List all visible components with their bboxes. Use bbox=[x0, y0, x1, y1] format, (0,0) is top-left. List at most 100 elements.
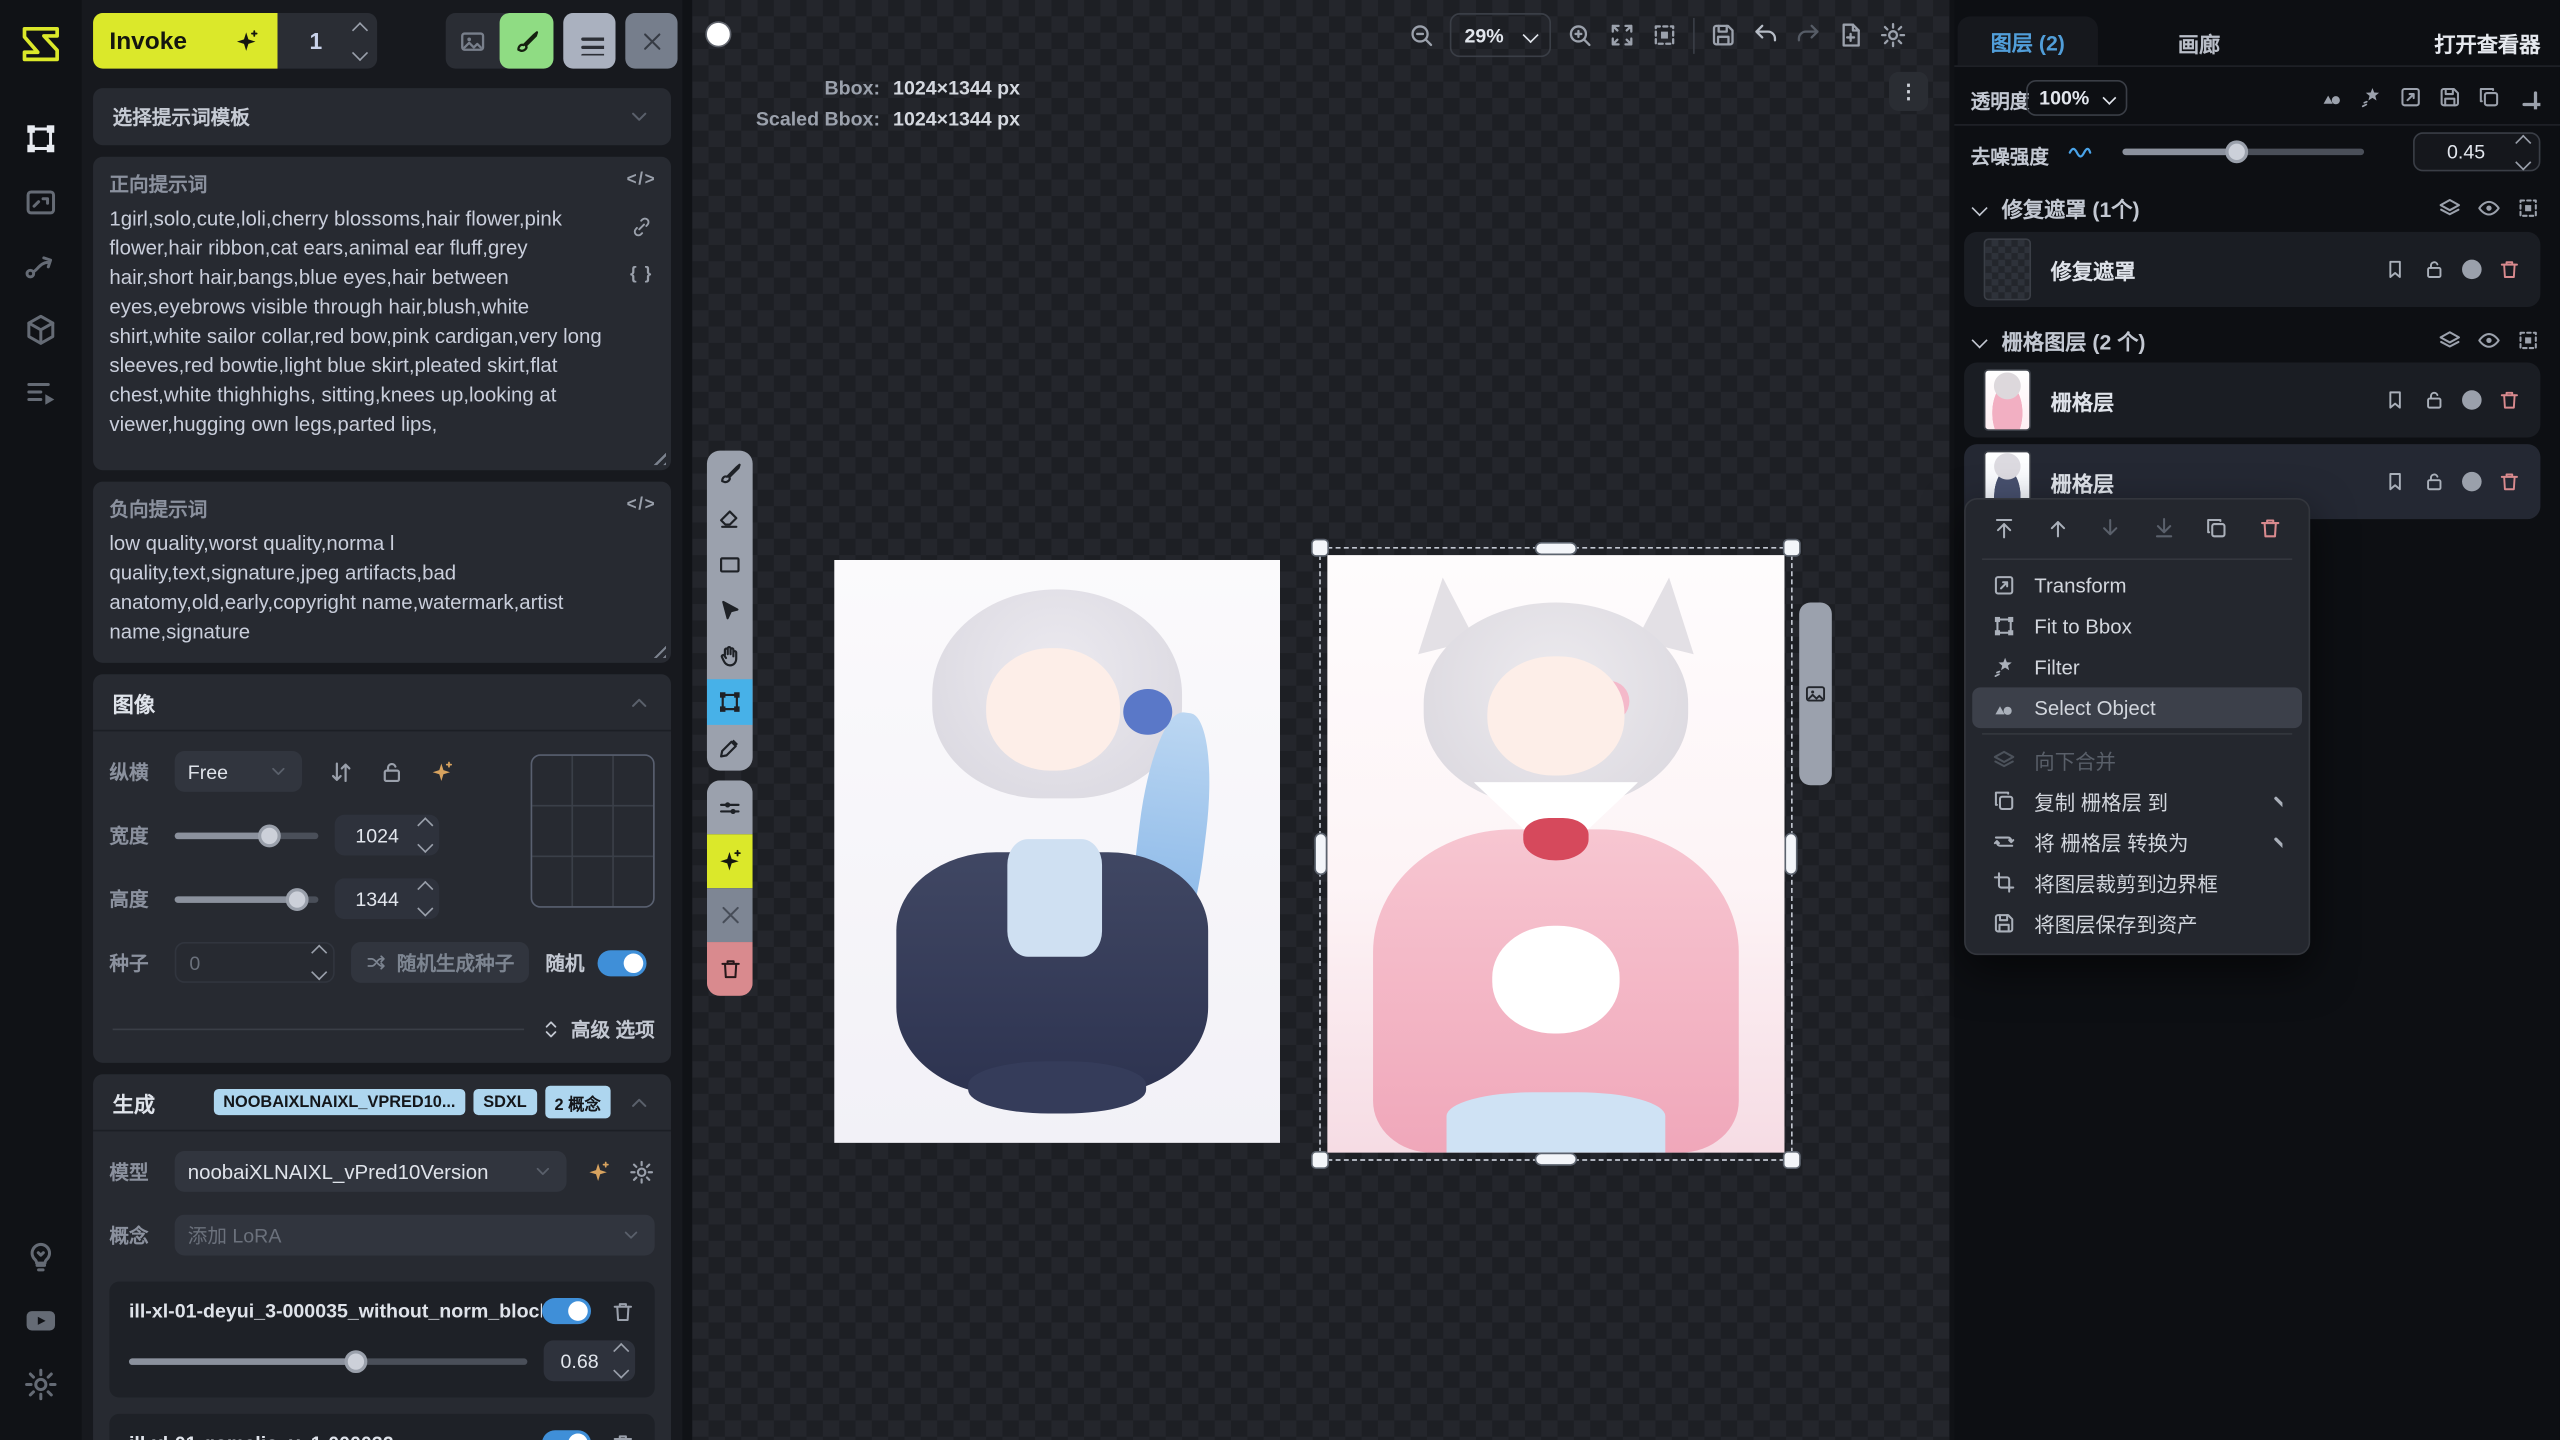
bbox-handle-e[interactable] bbox=[1784, 833, 1797, 875]
bbox-handle-ne[interactable] bbox=[1783, 539, 1801, 557]
optimize-size-icon[interactable] bbox=[429, 758, 455, 784]
nav-canvas[interactable] bbox=[13, 111, 69, 167]
width-slider[interactable] bbox=[175, 832, 319, 839]
negative-prompt-input[interactable]: low quality,worst quality,norma l qualit… bbox=[109, 529, 615, 647]
bookmark-icon[interactable] bbox=[2384, 470, 2407, 493]
prompt-template-selector[interactable]: 选择提示词模板 bbox=[93, 88, 671, 145]
canvas-settings-icon[interactable] bbox=[1879, 21, 1907, 49]
delete-layer-icon[interactable] bbox=[2498, 258, 2521, 281]
layers-stack-icon[interactable] bbox=[2438, 327, 2462, 351]
advanced-options-toggle[interactable]: 高级 选项 bbox=[571, 1016, 655, 1044]
new-canvas-icon[interactable] bbox=[1837, 21, 1865, 49]
compare-handle[interactable] bbox=[1799, 602, 1832, 785]
trash-icon[interactable] bbox=[611, 1299, 635, 1323]
zoom-out-icon[interactable] bbox=[1407, 21, 1435, 49]
resize-handle[interactable] bbox=[650, 449, 666, 465]
positive-prompt-input[interactable]: 1girl,solo,cute,loli,cherry blossoms,hai… bbox=[109, 204, 615, 439]
denoise-slider[interactable] bbox=[2122, 149, 2364, 156]
resize-handle[interactable] bbox=[650, 642, 666, 658]
invoke-button[interactable]: Invoke bbox=[93, 13, 277, 69]
unlock-icon[interactable] bbox=[2423, 389, 2446, 412]
bbox-handle-sw[interactable] bbox=[1311, 1151, 1329, 1169]
nav-models[interactable] bbox=[13, 302, 69, 358]
height-input[interactable]: 1344 bbox=[335, 878, 439, 919]
width-input[interactable]: 1024 bbox=[335, 815, 439, 856]
raster-layers-group-header[interactable]: 栅格图层 (2 个) bbox=[1954, 320, 2560, 359]
menu-item-merge-down[interactable]: 向下合并 bbox=[1972, 740, 2302, 781]
support-bulb-icon[interactable] bbox=[13, 1229, 69, 1285]
tab-gallery[interactable]: 画廊 bbox=[2134, 28, 2265, 59]
select-object-icon[interactable] bbox=[2320, 85, 2344, 109]
bbox-handle-w[interactable] bbox=[1314, 833, 1327, 875]
move-down-icon[interactable] bbox=[2098, 516, 2122, 540]
lora-weight-input[interactable]: 0.68 bbox=[544, 1340, 635, 1381]
fit-bbox-icon[interactable] bbox=[2516, 327, 2540, 351]
duplicate-icon[interactable] bbox=[2205, 516, 2229, 540]
layers-stack-icon[interactable] bbox=[2438, 195, 2462, 219]
tool-view[interactable] bbox=[707, 633, 753, 679]
tool-invoke-sparkle[interactable] bbox=[707, 834, 753, 888]
menu-button[interactable] bbox=[563, 13, 615, 69]
fit-bbox-icon[interactable] bbox=[2516, 195, 2540, 219]
link-icon[interactable] bbox=[630, 216, 653, 239]
lora-enabled-toggle[interactable] bbox=[542, 1298, 591, 1324]
add-layer-icon[interactable] bbox=[2516, 85, 2540, 109]
nav-workflows[interactable] bbox=[13, 238, 69, 294]
tool-filter[interactable] bbox=[707, 780, 753, 834]
fit-to-view-icon[interactable] bbox=[1608, 21, 1636, 49]
move-up-icon[interactable] bbox=[2045, 516, 2069, 540]
tool-delete[interactable] bbox=[707, 942, 753, 996]
nav-upscale[interactable] bbox=[13, 175, 69, 231]
unlock-icon[interactable] bbox=[2423, 258, 2446, 281]
save-icon[interactable] bbox=[2438, 85, 2462, 109]
eye-icon[interactable] bbox=[2477, 327, 2501, 351]
menu-item-fit-to-bbox[interactable]: Fit to Bbox bbox=[1972, 606, 2302, 647]
zoom-in-icon[interactable] bbox=[1566, 21, 1594, 49]
bookmark-icon[interactable] bbox=[2384, 389, 2407, 412]
height-slider[interactable] bbox=[175, 896, 319, 903]
close-panel-button[interactable] bbox=[625, 13, 677, 69]
duplicate-icon[interactable] bbox=[2477, 85, 2501, 109]
randomize-seed-button[interactable]: 随机生成种子 bbox=[351, 942, 529, 983]
image-section-header[interactable]: 图像 bbox=[93, 674, 671, 730]
transform-icon[interactable] bbox=[2398, 85, 2422, 109]
inpaint-mask-group-header[interactable]: 修复遮罩 (1个) bbox=[1954, 188, 2560, 227]
generation-section-header[interactable]: 生成 NOOBAIXLNAIXL_VPRED10... SDXL 2 概念 bbox=[93, 1074, 671, 1130]
youtube-icon[interactable] bbox=[13, 1293, 69, 1349]
random-seed-toggle[interactable] bbox=[598, 949, 647, 975]
bbox-handle-s[interactable] bbox=[1535, 1153, 1577, 1166]
menu-item-transform[interactable]: Transform bbox=[1972, 565, 2302, 606]
zoom-level-select[interactable]: 29% bbox=[1450, 13, 1551, 57]
bbox-handle-nw[interactable] bbox=[1311, 539, 1329, 557]
tool-rectangle[interactable] bbox=[707, 542, 753, 588]
color-swatch[interactable] bbox=[705, 21, 731, 47]
unlock-icon[interactable] bbox=[2423, 470, 2446, 493]
move-to-top-icon[interactable] bbox=[1992, 516, 2016, 540]
model-settings-icon[interactable] bbox=[629, 1158, 655, 1184]
braces-icon[interactable]: { } bbox=[630, 264, 653, 284]
layer-row-raster-1[interactable]: 栅格层 bbox=[1964, 362, 2540, 437]
undo-icon[interactable] bbox=[1752, 21, 1780, 49]
open-viewer-button[interactable]: 打开查看器 bbox=[2434, 28, 2540, 59]
fit-bbox-icon[interactable] bbox=[1651, 21, 1679, 49]
raster-layer-image-blue[interactable] bbox=[834, 560, 1280, 1143]
filter-star-icon[interactable] bbox=[2359, 85, 2383, 109]
seed-input[interactable]: 0 bbox=[175, 942, 335, 983]
layer-color-dot[interactable] bbox=[2462, 472, 2482, 492]
tool-move[interactable] bbox=[707, 588, 753, 634]
menu-item-save-layer-to-assets[interactable]: 将图层保存到资产 bbox=[1972, 903, 2302, 944]
nav-queue[interactable] bbox=[13, 366, 69, 422]
swap-dimensions-icon[interactable] bbox=[328, 758, 354, 784]
mask-color-dot[interactable] bbox=[2462, 260, 2482, 280]
canvas-area[interactable]: 29% Bbox: 1024×1344 px Scaled Bbox: 1024… bbox=[692, 0, 1949, 1440]
tool-color-picker[interactable] bbox=[707, 725, 753, 771]
layer-row-inpaint-mask[interactable]: 修复遮罩 bbox=[1964, 232, 2540, 307]
denoise-input[interactable]: 0.45 bbox=[2413, 132, 2540, 171]
stepper-down-icon[interactable] bbox=[352, 44, 368, 60]
menu-item-copy-layer-to[interactable]: 复制 栅格层 到 bbox=[1972, 780, 2302, 821]
settings-gear-icon[interactable] bbox=[13, 1357, 69, 1413]
aspect-select[interactable]: Free bbox=[175, 751, 302, 792]
delete-layer-icon[interactable] bbox=[2498, 470, 2521, 493]
save-icon[interactable] bbox=[1709, 21, 1737, 49]
raster-layer-image-pink[interactable] bbox=[1327, 555, 1784, 1153]
